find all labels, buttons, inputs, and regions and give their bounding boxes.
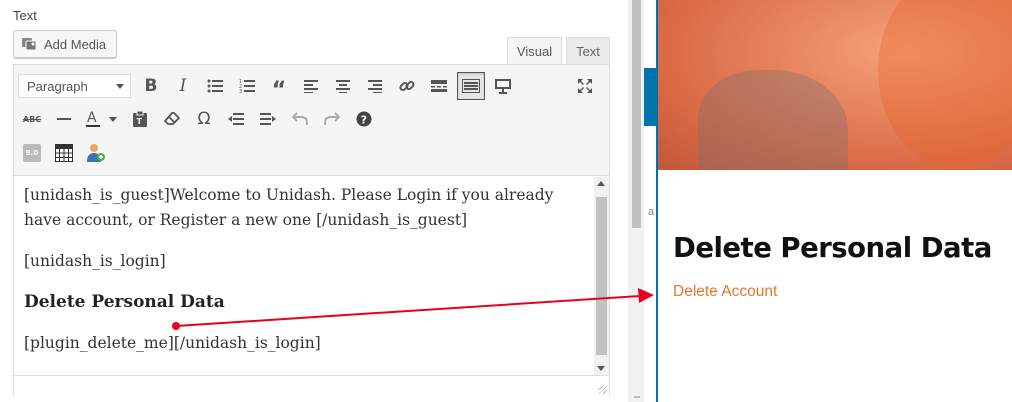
outdent-icon[interactable] xyxy=(222,105,250,133)
format-select[interactable]: Paragraph xyxy=(18,74,131,98)
paste-as-text-icon[interactable]: T xyxy=(126,105,154,133)
bold-icon[interactable]: B xyxy=(137,72,165,100)
text-color-icon[interactable]: A xyxy=(82,105,122,133)
numbered-list-icon[interactable]: 123 xyxy=(233,72,261,100)
version-badge-icon[interactable]: 9.0 xyxy=(18,139,46,167)
login-open-shortcode: [unidash_is_login] xyxy=(24,252,166,270)
blockquote-icon[interactable]: “ xyxy=(265,72,293,103)
version-badge: 9.0 xyxy=(23,144,41,162)
horizontal-rule-icon[interactable] xyxy=(50,105,78,133)
preview-icon[interactable] xyxy=(489,72,517,100)
undo-icon[interactable] xyxy=(286,105,314,133)
toolbar-row-1: Paragraph B I 123 “ xyxy=(18,70,521,103)
table-icon[interactable] xyxy=(50,139,78,167)
scroll-thumb[interactable] xyxy=(596,197,607,355)
add-media-button[interactable]: Add Media xyxy=(13,30,117,58)
edge-letter: a xyxy=(648,206,655,218)
scroll-down-arrow-icon[interactable] xyxy=(597,366,605,371)
italic-icon[interactable]: I xyxy=(169,72,197,100)
svg-text:A: A xyxy=(87,110,97,126)
fullscreen-icon[interactable] xyxy=(571,72,599,100)
chevron-down-icon xyxy=(116,83,124,89)
shortcode-line: [plugin_delete_me][/unidash_is_login] xyxy=(24,334,321,352)
link-icon[interactable] xyxy=(393,72,421,100)
editor-panel: Text Add Media Visual Text Paragraph B I xyxy=(0,0,628,402)
svg-text:3: 3 xyxy=(239,89,242,93)
delete-account-link[interactable]: Delete Account xyxy=(673,283,777,301)
editor-toolbar: Paragraph B I 123 “ ABC A T Ω ? 9.0 xyxy=(14,65,609,176)
media-icon xyxy=(22,38,37,51)
guest-paragraph: [unidash_is_guest]Welcome to Unidash. Pl… xyxy=(24,186,554,229)
align-right-icon[interactable] xyxy=(361,72,389,100)
align-left-icon[interactable] xyxy=(297,72,325,100)
editor-content[interactable]: [unidash_is_guest]Welcome to Unidash. Pl… xyxy=(14,177,594,375)
svg-text:?: ? xyxy=(361,114,367,127)
strikethrough-icon[interactable]: ABC xyxy=(18,105,46,133)
editor-statusbar xyxy=(14,375,609,396)
content-heading: Delete Personal Data xyxy=(24,292,225,312)
editor-frame: Paragraph B I 123 “ ABC A T Ω ? 9.0 [uni… xyxy=(13,64,610,396)
toolbar-toggle-icon[interactable] xyxy=(457,72,485,100)
resize-handle-icon[interactable] xyxy=(599,386,607,394)
page-scroll-thumb[interactable] xyxy=(632,0,641,228)
redo-icon[interactable] xyxy=(318,105,346,133)
hero-shape xyxy=(698,70,848,170)
page-scrollbar[interactable] xyxy=(628,0,644,402)
help-icon[interactable]: ? xyxy=(350,105,378,133)
section-label: Text xyxy=(13,8,37,23)
preview-panel: a Delete Personal Data Delete Account xyxy=(644,0,1012,402)
tab-text[interactable]: Text xyxy=(566,37,610,65)
user-shortcode-icon[interactable] xyxy=(82,139,110,167)
special-character-icon[interactable]: Ω xyxy=(190,105,218,133)
page-scroll-marker xyxy=(634,396,640,398)
svg-text:T: T xyxy=(137,117,143,126)
add-media-label: Add Media xyxy=(44,36,107,52)
bulleted-list-icon[interactable] xyxy=(201,72,229,100)
editor-scrollbar[interactable] xyxy=(594,177,609,375)
format-select-value: Paragraph xyxy=(27,78,88,94)
align-center-icon[interactable] xyxy=(329,72,357,100)
hero-image xyxy=(658,0,1012,170)
read-more-icon[interactable] xyxy=(425,72,453,100)
tab-visual[interactable]: Visual xyxy=(507,37,562,65)
scroll-up-arrow-icon[interactable] xyxy=(597,181,605,186)
preview-heading: Delete Personal Data xyxy=(673,232,992,264)
toolbar-row-2: ABC A T Ω ? xyxy=(18,103,382,135)
clear-formatting-icon[interactable] xyxy=(158,105,186,133)
indent-icon[interactable] xyxy=(254,105,282,133)
toolbar-row-3: 9.0 xyxy=(18,137,114,169)
hero-shape xyxy=(878,0,1012,170)
